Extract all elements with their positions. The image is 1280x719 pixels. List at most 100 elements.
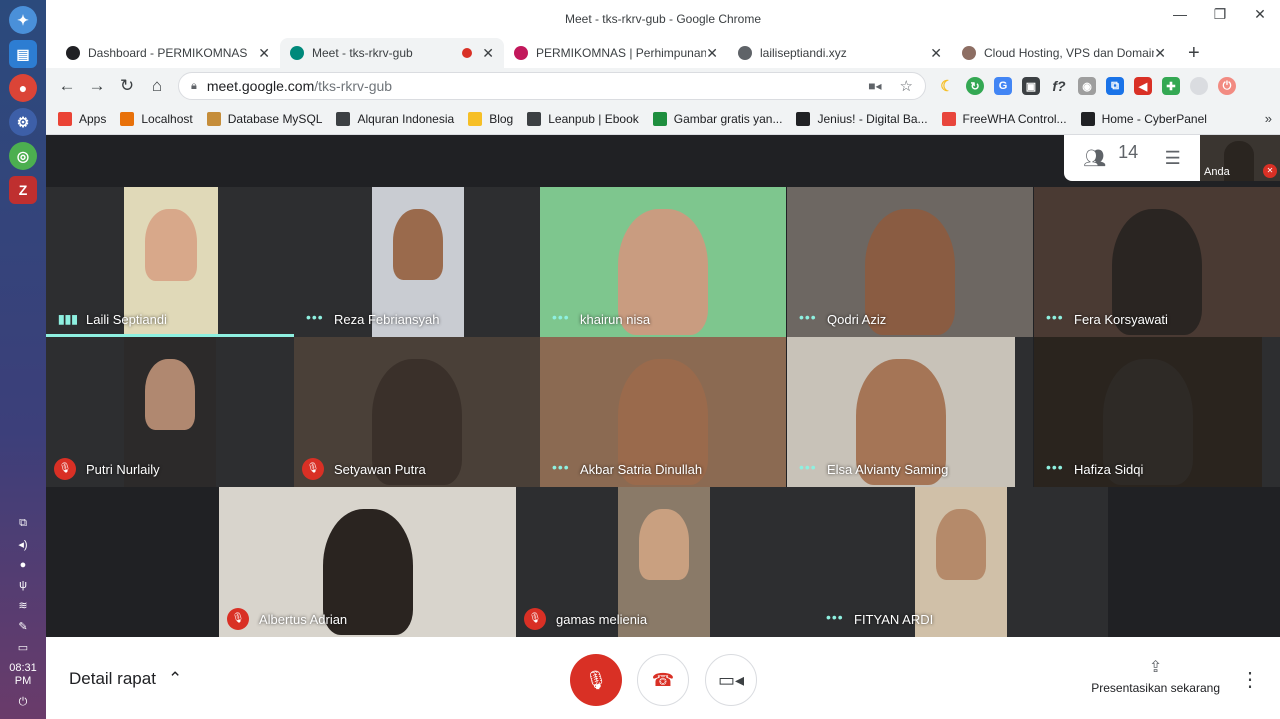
status-icon[interactable]: ● [20,559,27,571]
clipboard-icon[interactable]: ⧉ [19,517,27,530]
bookmark-favicon-icon [336,112,351,126]
usb-icon[interactable]: ψ [19,579,27,591]
participant-tile[interactable]: ▮▮▮ Laili Septiandi [46,187,294,337]
participant-tile[interactable]: ••• FITYAN ARDI [814,487,1108,637]
mic-off-icon: 🎙︎ [302,458,324,480]
tab[interactable]: lailiseptiandi.xyz ✕ [728,38,952,68]
volume-icon[interactable]: ◂) [18,538,27,551]
files-icon[interactable]: ▤ [9,40,37,68]
leave-call-button[interactable]: ☎ [637,654,689,706]
close-tab-icon[interactable]: ✕ [482,45,494,62]
tab-label: PERMIKOMNAS | Perhimpunan [536,46,707,60]
update-icon[interactable]: ⏻ [1218,77,1236,95]
camera-toggle-button[interactable]: ▭◂ [705,654,757,706]
puzzle-extension-icon[interactable]: ✚ [1162,77,1180,95]
participant-tile[interactable]: ••• Elsa Alvianty Saming [787,337,1033,487]
more-options-icon[interactable]: ⋮ [1240,667,1260,692]
bookmark-item[interactable]: Gambar gratis yan... [652,112,783,126]
close-tab-icon[interactable]: ✕ [930,45,942,62]
close-tab-icon[interactable]: ✕ [1154,45,1166,62]
keyboard-icon[interactable]: ▭ [18,641,28,654]
participant-name: Laili Septiandi [86,312,167,327]
audio-level-icon: ••• [826,609,844,625]
self-view[interactable]: Anda ✕ [1200,135,1280,181]
mic-toggle-button[interactable]: 🎙︎ [570,654,622,706]
bookmark-item[interactable]: Localhost [120,112,193,126]
participant-tile[interactable]: ••• Qodri Aziz [787,187,1033,337]
chat-icon[interactable]: ☰ [1165,148,1181,169]
camera-extension-icon[interactable]: ◉ [1078,77,1096,95]
profile-avatar-icon[interactable] [1190,77,1208,95]
participant-video [1034,337,1262,487]
power-icon[interactable]: ⏻ [19,696,28,709]
tab-label: Cloud Hosting, VPS dan Domain [984,46,1155,60]
close-tab-icon[interactable]: ✕ [706,45,718,62]
participant-tile[interactable]: 🎙︎ Setyawan Putra [294,337,540,487]
launcher-icon[interactable]: ✦ [9,6,37,34]
pen-icon[interactable]: ✎ [18,620,27,633]
participant-tile[interactable]: ••• Akbar Satria Dinullah [540,337,786,487]
bookmark-item[interactable]: Leanpub | Ebook [527,112,639,126]
tab[interactable]: Meet - tks-rkrv-gub ✕ [280,38,504,68]
address-bar[interactable]: 🔒︎ meet.google.com /tks-rkrv-gub ■◂ ☆ [178,72,926,100]
back-icon[interactable]: ← [52,76,82,96]
wifi-icon[interactable]: ≋ [18,599,27,612]
participant-name: Putri Nurlaily [86,462,160,477]
tab-strip: Dashboard - PERMIKOMNAS ✕ Meet - tks-rkrv-… [56,38,1200,68]
sync-extension-icon[interactable]: ↻ [966,77,984,95]
tab-label: Dashboard - PERMIKOMNAS [88,46,248,60]
minimize-icon[interactable]: — [1160,6,1200,23]
participant-tile[interactable]: ••• Fera Korsyawati [1034,187,1280,337]
bookmark-item[interactable]: Apps [58,112,106,126]
chrome-icon[interactable]: ● [9,74,37,102]
tab[interactable]: Cloud Hosting, VPS dan Domain ✕ [952,38,1176,68]
present-now-button[interactable]: ⇪ Presentasikan sekarang [1091,657,1220,695]
os-taskbar: ✦ ▤ ● ⚙ ◎ Z ⧉ ◂) ● ψ ≋ ✎ ▭ 08:31 PM ⏻ [0,0,46,719]
tab[interactable]: PERMIKOMNAS | Perhimpunan ✕ [504,38,728,68]
bookmark-item[interactable]: Home - CyberPanel [1080,112,1207,126]
participant-tile[interactable]: 🎙︎ Putri Nurlaily [46,337,294,487]
bookmark-item[interactable]: Alquran Indonesia [336,112,454,126]
megaphone-extension-icon[interactable]: ◀ [1134,77,1152,95]
bookmark-item[interactable]: Blog [468,112,513,126]
cube-extension-icon[interactable]: ▣ [1022,77,1040,95]
participant-tile[interactable]: ••• Reza Febriansyah [294,187,540,337]
bookmark-favicon-icon [796,112,811,126]
meeting-details-toggle[interactable]: Detail rapat ⌃ [69,669,182,689]
bookmark-item[interactable]: Database MySQL [206,112,322,126]
function-extension-icon[interactable]: f? [1050,77,1068,95]
participant-tile[interactable]: ••• Hafiza Sidqi [1034,337,1280,487]
close-window-icon[interactable]: ✕ [1240,6,1280,23]
bookmark-label: Gambar gratis yan... [673,112,783,126]
translate-extension-icon[interactable]: G [994,77,1012,95]
bookmark-favicon-icon [58,112,72,126]
new-tab-icon[interactable]: + [1188,38,1200,68]
people-icon[interactable]: 👥︎ 14 [1083,142,1138,169]
dark-mode-extension-icon[interactable]: ☾ [938,77,956,95]
tab[interactable]: Dashboard - PERMIKOMNAS ✕ [56,38,280,68]
lock-icon[interactable]: 🔒︎ [191,80,197,93]
participant-person [638,509,690,580]
bookmark-item[interactable]: FreeWHA Control... [941,112,1067,126]
maximize-icon[interactable]: ❐ [1200,6,1240,23]
reload-icon[interactable]: ↻ [112,76,142,96]
forward-icon[interactable]: → [82,76,112,96]
audio-level-icon: ••• [799,459,817,475]
participant-tile[interactable]: 🎙︎ Albertus Adrian [219,487,516,637]
participant-tile[interactable]: 🎙︎ gamas melienia [516,487,814,637]
participant-tile[interactable]: ••• khairun nisa [540,187,786,337]
clock[interactable]: 08:31 PM [9,662,37,688]
home-icon[interactable]: ⌂ [142,76,172,96]
bookmark-item[interactable]: Jenius! - Digital Ba... [796,112,928,126]
copy-extension-icon[interactable]: ⧉ [1106,77,1124,95]
network-app-icon[interactable]: ◎ [9,142,37,170]
tab-favicon-icon [738,46,752,60]
settings-icon[interactable]: ⚙ [9,108,37,136]
tab-favicon-icon [290,46,304,60]
camera-in-use-icon[interactable]: ■◂ [868,79,881,93]
close-tab-icon[interactable]: ✕ [258,45,270,62]
filezilla-icon[interactable]: Z [9,176,37,204]
audio-level-icon: ••• [799,309,817,325]
bookmark-star-icon[interactable]: ☆ [900,77,913,95]
bookmarks-overflow-icon[interactable]: » [1265,111,1272,126]
